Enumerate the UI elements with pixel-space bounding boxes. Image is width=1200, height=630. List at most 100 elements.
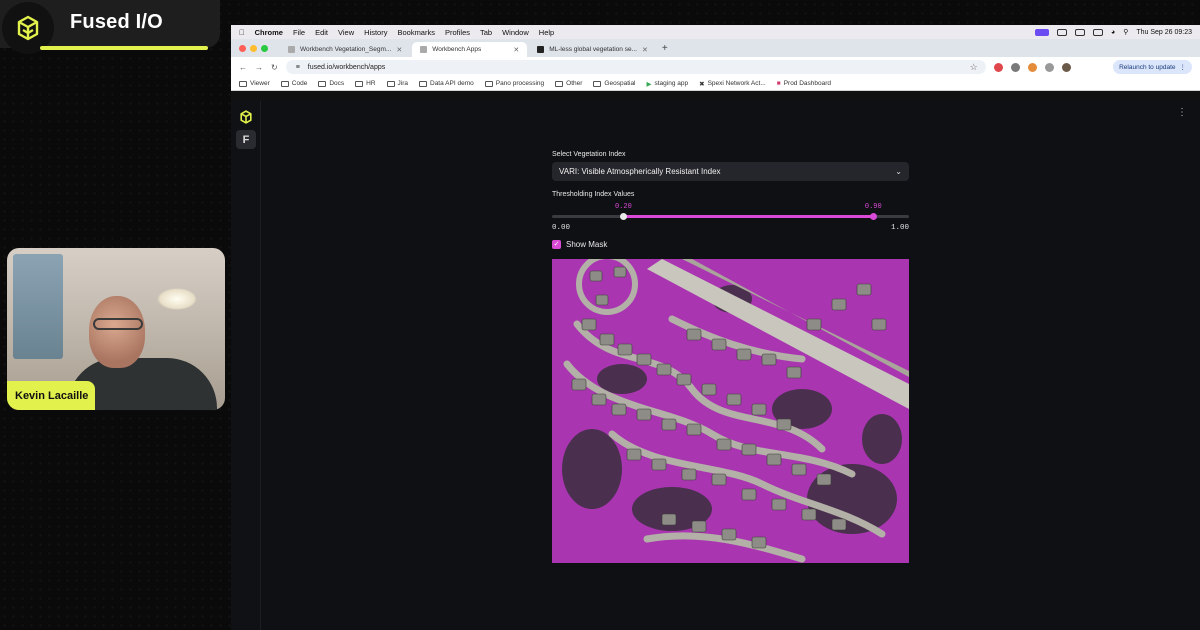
address-bar[interactable]: ≡ fused.io/workbench/apps ☆ bbox=[285, 60, 986, 74]
chevron-down-icon: ⌄ bbox=[895, 167, 902, 176]
menu-history[interactable]: History bbox=[364, 28, 387, 37]
stream-stage: Fused I/O Kevin Lacaille  Chrome File E… bbox=[0, 0, 1200, 630]
folder-icon bbox=[318, 80, 327, 87]
bookmark-folder[interactable]: Viewer bbox=[239, 80, 270, 87]
menu-bookmarks[interactable]: Bookmarks bbox=[397, 28, 435, 37]
apple-icon[interactable]:  bbox=[239, 28, 245, 37]
menu-window[interactable]: Window bbox=[502, 28, 529, 37]
brand-title: Fused I/O bbox=[70, 11, 163, 33]
status-icon[interactable] bbox=[1074, 28, 1085, 36]
extension-icon[interactable] bbox=[1010, 62, 1020, 72]
show-mask-row[interactable]: ✓ Show Mask bbox=[552, 240, 909, 249]
forward-arrow-icon[interactable]: → bbox=[255, 63, 263, 72]
close-tab-icon[interactable]: ✕ bbox=[396, 46, 402, 54]
vegetation-index-value: VARI: Visible Atmospherically Resistant … bbox=[559, 167, 721, 176]
app-sidebar-button[interactable]: F bbox=[236, 130, 256, 149]
vegetation-index-select[interactable]: VARI: Visible Atmospherically Resistant … bbox=[552, 162, 909, 181]
bookmark-folder[interactable]: Code bbox=[280, 80, 307, 87]
threshold-label: Thresholding Index Values bbox=[552, 191, 635, 198]
tab-label: ML-less global vegetation se... bbox=[549, 46, 637, 53]
browser-tab-active[interactable]: Workbench Apps ✕ bbox=[412, 42, 528, 57]
google-play-icon: ▶ bbox=[646, 80, 652, 88]
window-controls bbox=[239, 44, 268, 52]
bookmark-link[interactable]: ✖ Spexi Network Act... bbox=[699, 80, 766, 88]
menu-chrome[interactable]: Chrome bbox=[255, 28, 283, 37]
bookmarks-bar: Viewer Code Docs HR Jira Data API demo P… bbox=[231, 77, 1200, 91]
menubar-clock[interactable]: Thu Sep 26 09:23 bbox=[1136, 29, 1192, 36]
folder-icon bbox=[419, 80, 427, 87]
menu-edit[interactable]: Edit bbox=[315, 28, 328, 37]
bookmark-label: Other bbox=[566, 80, 583, 87]
browser-tab[interactable]: Workbench Vegetation_Segm... ✕ bbox=[280, 42, 410, 57]
wifi-icon[interactable]: ◕ bbox=[1111, 29, 1115, 36]
app-sidebar: F bbox=[231, 101, 261, 630]
close-tab-icon[interactable]: ✕ bbox=[513, 46, 519, 54]
bookmark-folder[interactable]: Data API demo bbox=[419, 80, 474, 87]
show-mask-label: Show Mask bbox=[566, 240, 608, 249]
bookmark-label: Data API demo bbox=[430, 80, 474, 87]
slider-high-handle[interactable] bbox=[869, 213, 877, 220]
extensions-puzzle-icon[interactable] bbox=[1044, 62, 1054, 72]
app-menu-kebab-icon[interactable]: ⋮ bbox=[1177, 108, 1187, 118]
bookmark-folder[interactable]: Jira bbox=[386, 80, 408, 87]
bookmark-folder[interactable]: Pano processing bbox=[484, 80, 545, 87]
bookmark-star-icon[interactable]: ☆ bbox=[970, 62, 978, 73]
close-window-icon[interactable] bbox=[239, 44, 246, 52]
presenter-glasses bbox=[93, 318, 143, 330]
webcam-background-window bbox=[13, 254, 63, 359]
menu-help[interactable]: Help bbox=[539, 28, 554, 37]
menu-file[interactable]: File bbox=[293, 28, 305, 37]
menu-profiles[interactable]: Profiles bbox=[445, 28, 470, 37]
menubar-status-area: ◕ ⚲ Thu Sep 26 09:23 bbox=[1034, 28, 1192, 36]
bookmark-link[interactable]: ■ Prod Dashboard bbox=[777, 80, 831, 87]
bookmark-label: Pano processing bbox=[495, 80, 545, 87]
bookmark-folder[interactable]: Geospatial bbox=[593, 80, 636, 87]
bookmark-label: Prod Dashboard bbox=[783, 80, 832, 87]
screen-share-icon[interactable] bbox=[1034, 28, 1049, 36]
address-toolbar: ← → ↻ ≡ fused.io/workbench/apps ☆ Relaun… bbox=[231, 57, 1200, 77]
slider-min-label: 0.00 bbox=[552, 224, 571, 232]
back-arrow-icon[interactable]: ← bbox=[239, 63, 247, 72]
vegetation-index-label: Select Vegetation Index bbox=[552, 151, 626, 158]
more-options-icon[interactable]: ⋮ bbox=[1180, 63, 1187, 71]
bookmark-label: Jira bbox=[397, 80, 408, 87]
bookmark-folder[interactable]: Other bbox=[555, 80, 582, 87]
browser-tab[interactable]: ML-less global vegetation se... ✕ bbox=[529, 42, 656, 57]
fused-logo-icon[interactable] bbox=[238, 109, 254, 125]
profile-avatar[interactable] bbox=[1061, 62, 1071, 72]
presenter-head bbox=[89, 296, 145, 368]
show-mask-checkbox[interactable]: ✓ bbox=[552, 240, 561, 249]
folder-icon bbox=[555, 80, 564, 87]
folder-icon bbox=[593, 80, 602, 87]
new-tab-plus-icon[interactable]: + bbox=[662, 43, 668, 54]
threshold-range-slider[interactable]: 0.20 0.90 0.00 1.00 bbox=[552, 198, 909, 232]
maximize-window-icon[interactable] bbox=[261, 44, 268, 52]
extension-icon[interactable] bbox=[993, 62, 1003, 72]
presenter-name: Kevin Lacaille bbox=[15, 389, 89, 402]
status-icon[interactable] bbox=[1056, 28, 1067, 36]
folder-icon bbox=[280, 80, 289, 87]
status-icon[interactable] bbox=[1092, 28, 1103, 36]
bookmark-label: Geospatial bbox=[604, 80, 636, 87]
bookmark-link[interactable]: ▶ staging app bbox=[647, 80, 689, 88]
tab-label: Workbench Vegetation_Segm... bbox=[300, 46, 392, 53]
presenter-nameplate: Kevin Lacaille bbox=[7, 381, 95, 410]
tab-label: Workbench Apps bbox=[432, 46, 482, 53]
relaunch-to-update-button[interactable]: Relaunch to update ⋮ bbox=[1113, 60, 1192, 74]
stream-brand-banner: Fused I/O bbox=[0, 0, 220, 54]
metamask-extension-icon[interactable] bbox=[1027, 62, 1037, 72]
site-settings-icon[interactable]: ≡ bbox=[296, 64, 300, 71]
reload-icon[interactable]: ↻ bbox=[271, 63, 278, 72]
bookmark-label: Viewer bbox=[250, 80, 270, 87]
bookmark-label: Docs bbox=[329, 80, 345, 87]
slider-low-handle[interactable] bbox=[619, 213, 627, 220]
menu-tab[interactable]: Tab bbox=[480, 28, 492, 37]
macos-menubar:  Chrome File Edit View History Bookmark… bbox=[231, 25, 1200, 39]
bookmark-folder[interactable]: HR bbox=[355, 80, 376, 87]
slider-low-value: 0.20 bbox=[614, 203, 632, 211]
menu-view[interactable]: View bbox=[338, 28, 354, 37]
bookmark-folder[interactable]: Docs bbox=[318, 80, 344, 87]
minimize-window-icon[interactable] bbox=[250, 44, 257, 52]
search-icon[interactable]: ⚲ bbox=[1123, 28, 1128, 36]
close-tab-icon[interactable]: ✕ bbox=[642, 46, 648, 54]
